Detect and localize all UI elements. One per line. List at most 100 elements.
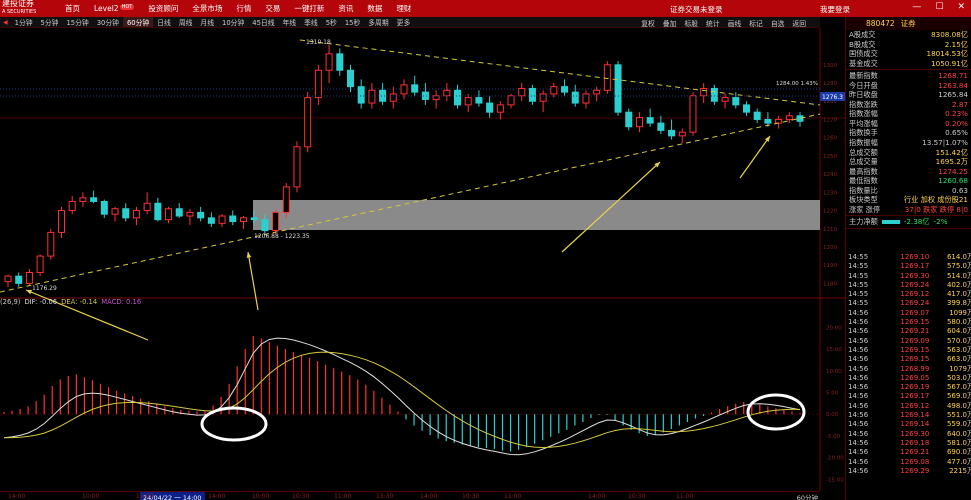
tick-cell: 14:55 (848, 262, 869, 271)
menu-item[interactable]: 资讯 (331, 3, 360, 14)
candle-body (272, 211, 280, 232)
stat-value: 1274.25 (938, 166, 968, 176)
volume-label: B股成交 (849, 39, 876, 49)
volume-row: A股成交 8308.08亿 (846, 30, 971, 40)
volume-label: A股成交 (849, 30, 876, 39)
ref-level-label: 1284.00 1.43% (776, 81, 818, 87)
tick-cell: 1269.07 (900, 308, 930, 317)
period-tab[interactable]: 15分钟 (62, 17, 92, 27)
chart-tool[interactable]: 自选 (767, 18, 789, 28)
stat-label: 指数涨跌 (849, 99, 878, 109)
tick-cell: 万 (967, 253, 971, 261)
menu-item[interactable]: 首页 (58, 3, 87, 14)
tick-cell: 580.0 (946, 318, 968, 327)
period-tab[interactable]: 1分钟 (11, 17, 37, 27)
chart-tool[interactable]: 画线 (724, 18, 746, 28)
stat-label: 指数振幅 (849, 138, 878, 148)
period-tab[interactable]: 45日线 (248, 17, 278, 27)
menu-item[interactable]: 数据 (360, 3, 389, 14)
period-tab[interactable]: 周线 (175, 17, 197, 27)
candle-body (475, 97, 483, 104)
chart-tool[interactable]: 复权 (637, 18, 659, 28)
consolidation-zone (253, 200, 820, 230)
candle-body (346, 69, 354, 88)
flow-pct: -2% (933, 217, 948, 227)
candle-body (496, 104, 504, 113)
x-tick: 14:00 (588, 493, 606, 500)
period-tab[interactable]: 60分钟 (122, 17, 154, 27)
period-tab[interactable]: 多周期 (364, 17, 392, 27)
tick-table[interactable]: 14:55 1269.10 614.0 万 14:55 1269.17 575.0 万 14:5… (846, 253, 971, 476)
tick-cell: 1269.30 (900, 429, 930, 438)
menu-item[interactable]: 全景市场 (185, 3, 229, 14)
period-tab[interactable]: 10分钟 (218, 17, 248, 27)
period-tab[interactable]: 5分钟 (37, 17, 63, 27)
stat-label: 今日开盘 (849, 80, 878, 90)
menu-item[interactable]: 投资顾问 (141, 3, 185, 14)
period-tab[interactable]: 季线 (300, 17, 322, 27)
period-tab[interactable]: 15秒 (341, 17, 364, 27)
period-tab[interactable]: 日线 (153, 17, 175, 27)
chart-tool[interactable]: 标记 (745, 18, 767, 28)
close-icon[interactable]: ✕ (957, 2, 965, 12)
menu-item[interactable]: 理财 (389, 3, 418, 14)
candle-body (250, 217, 258, 221)
tick-cell: 1269.05 (900, 373, 930, 382)
volume-value: 8308.08亿 (931, 30, 968, 39)
tick-cell: 万 (967, 383, 971, 392)
tick-cell: 563.0 (946, 345, 968, 354)
candle-body (689, 95, 697, 133)
candle-body (58, 210, 66, 233)
chart-tool[interactable]: 叠加 (659, 18, 681, 28)
period-tab[interactable]: 5秒 (322, 17, 341, 27)
maximize-icon[interactable]: ☐ (935, 2, 943, 12)
candle-body (732, 97, 740, 106)
period-tab[interactable]: 年线 (279, 17, 301, 27)
tick-cell: 567.0 (946, 383, 968, 392)
tick-cell: 14:56 (848, 308, 869, 317)
candle-body (582, 93, 590, 104)
chart-tool[interactable]: 统计 (702, 18, 724, 28)
current-price: 1276.3 (822, 94, 843, 101)
stat-value: 1263.84 (938, 80, 968, 90)
kline-chart[interactable]: 1300129012801270126012501240123012201210… (0, 28, 845, 491)
macd-y-tick: 10.00 (826, 369, 842, 375)
stat-label: 总成交量 (849, 157, 878, 167)
tick-cell: 498.0 (946, 401, 968, 410)
candle-body (336, 53, 344, 71)
chart-bg (0, 28, 820, 491)
x-tick: 10:30 (292, 493, 310, 500)
candle-body (785, 115, 793, 120)
candle-body (47, 231, 55, 257)
stat-label: 指数换手 (849, 128, 878, 138)
stat-value: 2.87 (951, 99, 968, 109)
back-arrow-icon[interactable]: ◀ (0, 19, 11, 26)
menu-item[interactable]: 一键打新 (287, 3, 331, 14)
quote-panel: 880472 证券 A股成交 8308.08亿 B股成交 2.15亿 国债成交 18014… (845, 17, 971, 500)
tick-cell: 14:56 (848, 318, 869, 327)
menu-item[interactable]: 行情 (229, 3, 258, 14)
candle-body (614, 64, 622, 113)
menu-item[interactable]: 交易 (258, 3, 287, 14)
candle-body (464, 97, 472, 106)
chart-tool[interactable]: 返回 (788, 18, 810, 28)
period-tab[interactable]: 更多 (393, 17, 415, 27)
stat-label: 涨家 涨停 (849, 204, 881, 214)
tick-cell: 万 (967, 420, 971, 429)
login-link[interactable]: 我要登录 (820, 4, 850, 15)
stat-value: 1695.2万 (935, 157, 968, 167)
period-tab[interactable]: 30分钟 (93, 17, 123, 27)
tick-cell: 1269.17 (900, 262, 930, 271)
tick-cell: 14:56 (848, 373, 869, 382)
tick-cell: 万 (967, 318, 971, 327)
macd-param: (26,9) (0, 298, 21, 306)
tick-cell: 402.0 (946, 280, 968, 289)
chart-tool[interactable]: 标股 (680, 18, 702, 28)
period-tab[interactable]: 月线 (196, 17, 218, 27)
y-tick: 1220 (823, 209, 837, 215)
candle-body (79, 197, 87, 202)
minimize-icon[interactable]: — (912, 2, 921, 12)
candle-body (668, 129, 676, 137)
y-tick: 1180 (823, 281, 837, 287)
menu-item[interactable]: Level2 HOT (87, 4, 141, 13)
